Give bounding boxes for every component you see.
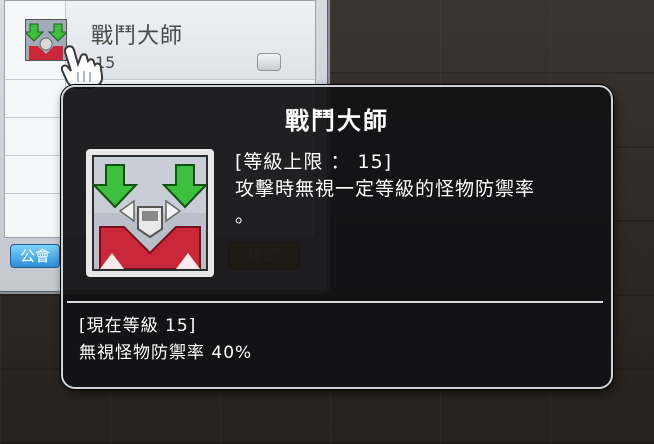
current-effect-line: 無視怪物防禦率 40% [79,343,253,363]
divider [67,301,603,303]
current-level-section: [現在等級 15] 無視怪物防禦率 40% [79,313,589,367]
skill-tooltip: 戰鬥大師 [等級上限 ： 15] 攻擊時無視一定等級的怪物防禦率 。 [現在等級… [61,85,613,389]
description-line: 攻擊時無視一定等級的怪物防禦率 [235,178,536,200]
tab-guild[interactable]: 公會 [10,244,60,268]
row-divider [5,79,315,80]
max-level-line: [等級上限 ： 15] [235,151,393,173]
tooltip-title: 戰鬥大師 [285,107,389,135]
current-level-line: [現在等級 15] [79,316,197,336]
game-scene: 戰鬥大師 15 公會 確認 戰鬥大師 [0,0,654,444]
plus-button-icon[interactable] [257,53,281,71]
skill-icon [86,149,214,277]
tooltip-description: [等級上限 ： 15] 攻擊時無視一定等級的怪物防禦率 。 [235,149,595,230]
description-line-end: 。 [235,205,256,227]
hand-cursor-icon [56,42,108,90]
